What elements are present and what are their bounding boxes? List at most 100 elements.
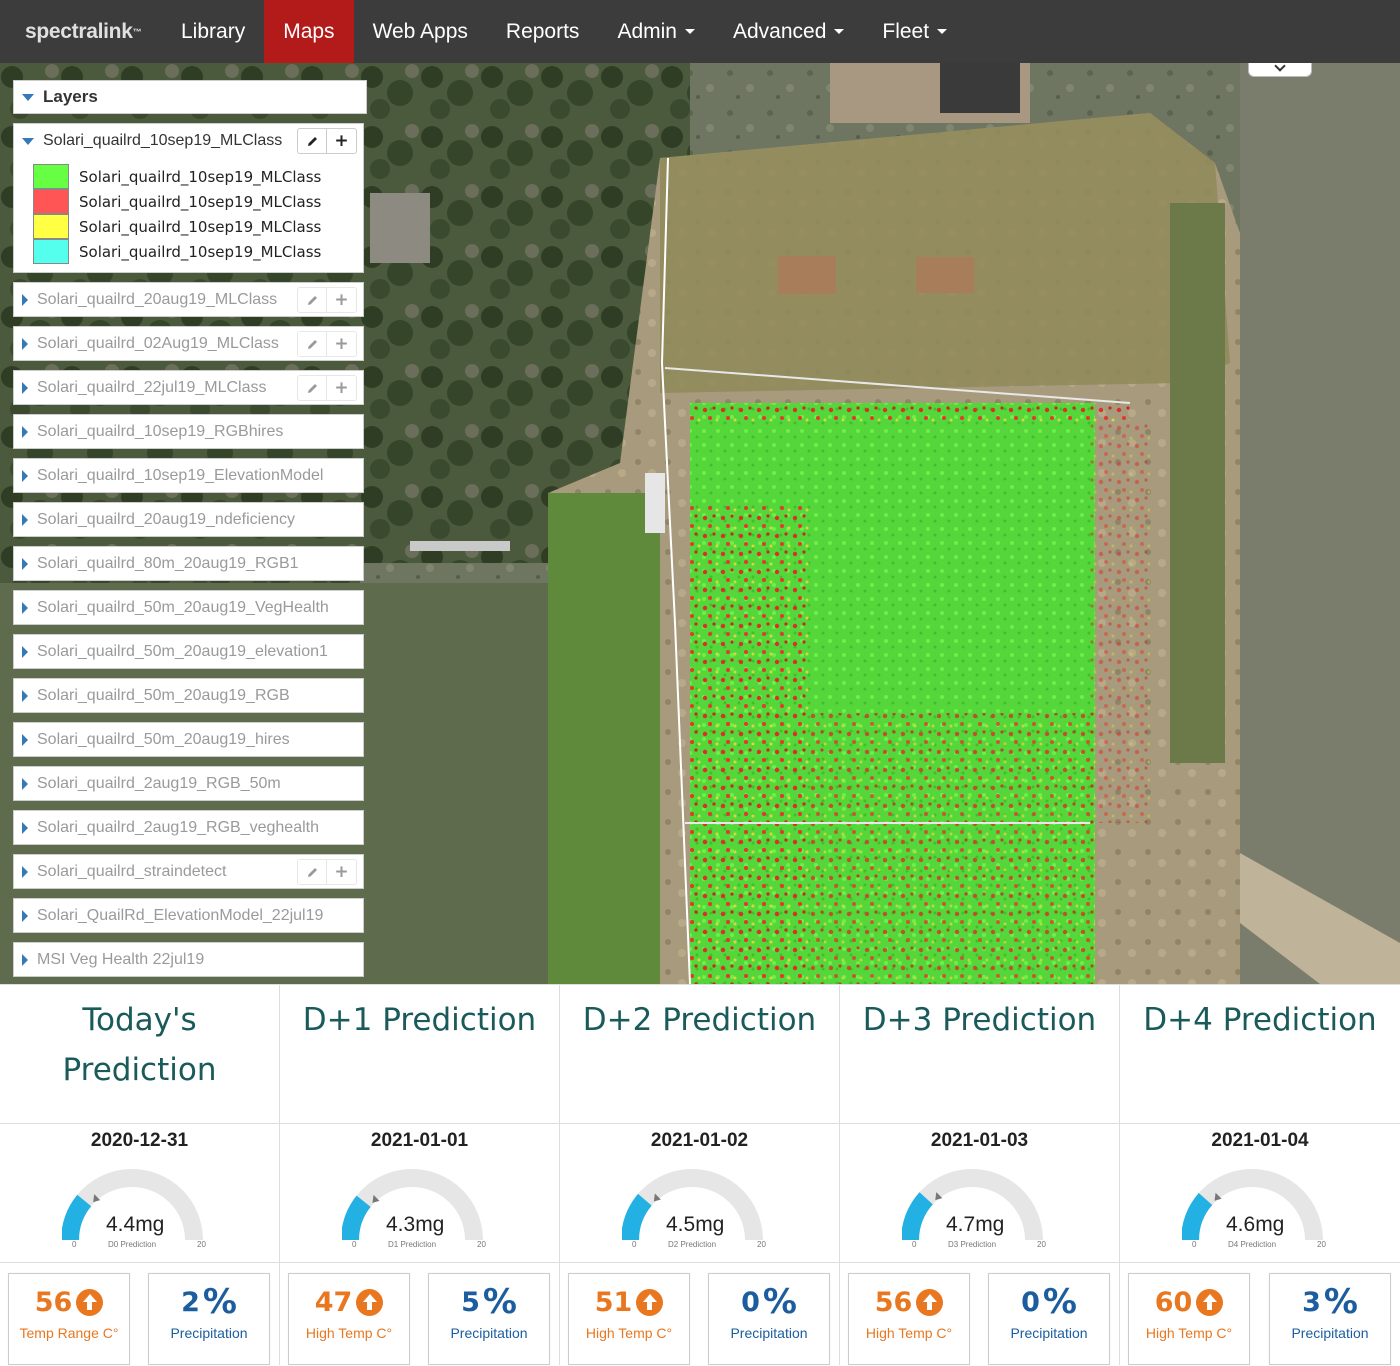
layer-item[interactable]: Solari_quailrd_10sep19_RGBhires — [13, 414, 364, 449]
precipitation-stat-card: 0% Precipitation — [988, 1273, 1110, 1365]
nav-maps[interactable]: Maps — [264, 0, 354, 63]
nav-reports[interactable]: Reports — [487, 0, 599, 63]
layers-header[interactable]: Layers — [13, 80, 367, 114]
layer-name: Solari_QuailRd_ElevationModel_22jul19 — [37, 906, 324, 924]
prediction-title: D+1 Prediction — [280, 985, 559, 1124]
layer-name: Solari_quailrd_50m_20aug19_VegHealth — [37, 598, 329, 616]
precipitation-stat-card: 0% Precipitation — [708, 1273, 830, 1365]
temp-stat-card: 47 High Temp C° — [288, 1273, 410, 1365]
gauge-label: D4 Prediction — [1228, 1240, 1277, 1249]
prediction-stats: 56 High Temp C° 0% Precipitation — [840, 1263, 1119, 1365]
gauge-max: 20 — [197, 1240, 206, 1249]
layer-name: Solari_quailrd_10sep19_RGBhires — [37, 422, 284, 440]
arrow-up-circle-icon — [636, 1288, 664, 1316]
prediction-date: 2021-01-02 — [650, 1130, 749, 1151]
edit-layer-button[interactable] — [297, 375, 327, 401]
legend-swatch — [33, 214, 69, 239]
brand-logo[interactable]: spectralink ™ — [0, 0, 162, 63]
prediction-column: Today's Prediction 2020-12-31 4.4mg D0 Predi… — [0, 985, 280, 1365]
layer-item[interactable]: Solari_QuailRd_ElevationModel_22jul19 — [13, 898, 364, 933]
layer-item[interactable]: Solari_quailrd_2aug19_RGB_50m — [13, 766, 364, 801]
layer-item[interactable]: Solari_quailrd_50m_20aug19_VegHealth — [13, 590, 364, 625]
prediction-date: 2021-01-01 — [370, 1130, 469, 1151]
caret-right-icon — [22, 337, 28, 350]
caret-right-icon — [22, 777, 28, 790]
layer-item[interactable]: Solari_quailrd_20aug19_ndeficiency — [13, 502, 364, 537]
prediction-column: D+1 Prediction 2021-01-01 4.3mg D1 Predicti… — [280, 985, 560, 1365]
layer-name: Solari_quailrd_10sep19_ElevationModel — [37, 466, 324, 484]
nav-advanced[interactable]: Advanced — [714, 0, 863, 63]
legend-item: Solari_quailrd_10sep19_MLClass — [33, 164, 363, 189]
prediction-date: 2021-01-04 — [1211, 1130, 1309, 1151]
plus-icon: + — [334, 377, 349, 398]
layer-expanded-header[interactable]: Solari_quailrd_10sep19_MLClass + — [14, 124, 363, 158]
precipitation-value: 5 — [461, 1286, 480, 1318]
layer-item[interactable]: Solari_quailrd_20aug19_MLClass + — [13, 282, 364, 317]
chevron-down-icon — [1274, 63, 1286, 72]
nav-admin[interactable]: Admin — [598, 0, 714, 63]
caret-down-icon — [834, 29, 845, 34]
layer-name: Solari_quailrd_50m_20aug19_elevation1 — [37, 642, 328, 660]
layer-item[interactable]: MSI Veg Health 22jul19 — [13, 942, 364, 977]
pencil-icon — [307, 867, 317, 877]
add-layer-button[interactable]: + — [327, 375, 357, 401]
layer-name: Solari_quailrd_2aug19_RGB_50m — [37, 774, 281, 792]
legend-swatch — [33, 189, 69, 214]
layer-item[interactable]: Solari_quailrd_10sep19_ElevationModel — [13, 458, 364, 493]
prediction-title: D+3 Prediction — [840, 985, 1119, 1124]
edit-layer-button[interactable] — [297, 859, 327, 885]
gauge-fill — [342, 1195, 371, 1241]
pencil-icon — [307, 136, 317, 146]
layer-name: Solari_quailrd_2aug19_RGB_veghealth — [37, 818, 319, 836]
prediction-stats: 47 High Temp C° 5% Precipitation — [280, 1263, 559, 1365]
prediction-gauge-card: 2021-01-02 4.5mg D2 Prediction 0 20 — [560, 1124, 839, 1263]
percent-icon: % — [1323, 1282, 1358, 1322]
temp-label: High Temp C° — [1145, 1325, 1233, 1341]
layer-item[interactable]: Solari_quailrd_02Aug19_MLClass + — [13, 326, 364, 361]
caret-right-icon — [22, 733, 28, 746]
layer-name: Solari_quailrd_02Aug19_MLClass — [37, 334, 279, 352]
precipitation-stat-card: 2% Precipitation — [148, 1273, 270, 1365]
arrow-up-circle-icon — [1196, 1288, 1224, 1316]
percent-icon: % — [762, 1282, 797, 1322]
precipitation-stat-card: 3% Precipitation — [1269, 1273, 1391, 1365]
add-layer-button[interactable]: + — [327, 331, 357, 357]
precipitation-value: 0 — [741, 1286, 760, 1318]
layer-item[interactable]: Solari_quailrd_22jul19_MLClass + — [13, 370, 364, 405]
nav-web-apps[interactable]: Web Apps — [354, 0, 487, 63]
layer-item[interactable]: Solari_quailrd_2aug19_RGB_veghealth — [13, 810, 364, 845]
caret-right-icon — [22, 557, 28, 570]
caret-down-icon — [937, 29, 948, 34]
caret-right-icon — [22, 469, 28, 482]
add-layer-button[interactable]: + — [327, 128, 357, 154]
edit-layer-button[interactable] — [297, 331, 327, 357]
gauge-min: 0 — [1192, 1240, 1197, 1249]
edit-layer-button[interactable] — [297, 287, 327, 313]
plus-icon: + — [334, 333, 349, 354]
add-layer-button[interactable]: + — [327, 859, 357, 885]
prediction-gauge-card: 2021-01-04 4.6mg D4 Prediction 0 20 — [1120, 1124, 1400, 1263]
layer-item[interactable]: Solari_quailrd_50m_20aug19_hires — [13, 722, 364, 757]
caret-right-icon — [22, 293, 28, 306]
layer-item[interactable]: Solari_quailrd_50m_20aug19_RGB — [13, 678, 364, 713]
prediction-gauge-card: 2021-01-01 4.3mg D1 Prediction 0 20 — [280, 1124, 559, 1263]
layer-name: Solari_quailrd_20aug19_MLClass — [37, 290, 278, 308]
nav-library[interactable]: Library — [162, 0, 264, 63]
temp-value: 47 — [314, 1286, 353, 1318]
gauge-max: 20 — [1317, 1240, 1326, 1249]
caret-down-icon — [22, 93, 34, 101]
map-collapse-toggle[interactable] — [1248, 63, 1312, 77]
layer-name: Solari_quailrd_80m_20aug19_RGB1 — [37, 554, 299, 572]
edit-layer-button[interactable] — [297, 128, 327, 154]
caret-right-icon — [22, 513, 28, 526]
layer-item[interactable]: Solari_quailrd_straindetect + — [13, 854, 364, 889]
prediction-title: D+2 Prediction — [560, 985, 839, 1124]
pencil-icon — [307, 339, 317, 349]
add-layer-button[interactable]: + — [327, 287, 357, 313]
nav-fleet[interactable]: Fleet — [863, 0, 966, 63]
layer-item[interactable]: Solari_quailrd_50m_20aug19_elevation1 — [13, 634, 364, 669]
layer-item[interactable]: Solari_quailrd_80m_20aug19_RGB1 — [13, 546, 364, 581]
plus-icon: + — [334, 130, 349, 151]
legend-item: Solari_quailrd_10sep19_MLClass — [33, 239, 363, 264]
gauge-value: 4.7mg — [946, 1213, 1005, 1236]
